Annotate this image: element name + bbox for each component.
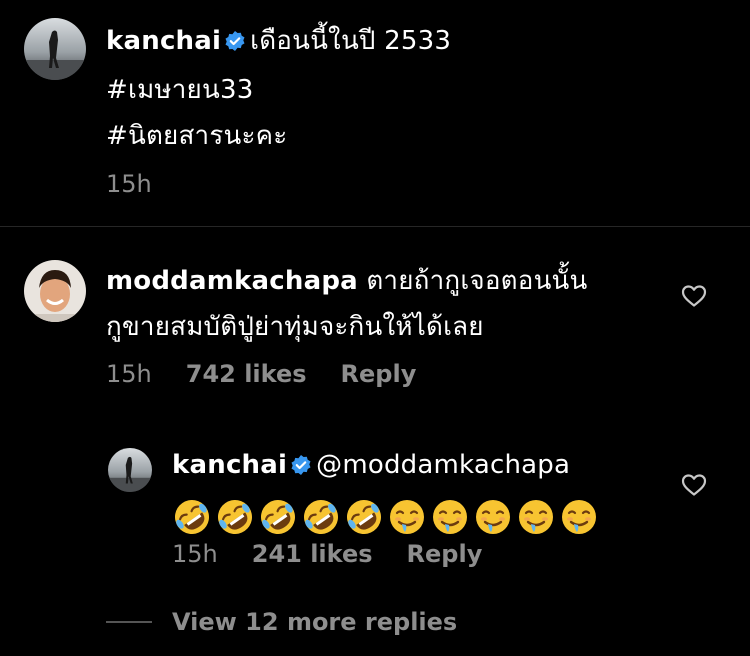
- view-more-label: View 12 more replies: [172, 608, 458, 636]
- caption-time: 15h: [106, 170, 152, 198]
- verified-badge-icon: [224, 21, 246, 67]
- comment-line-2: กูขายสมบัติปู่ย่าทุ่มจะกินให้ได้เลย: [106, 312, 484, 342]
- comment-reply-button[interactable]: Reply: [341, 360, 417, 388]
- caption-username[interactable]: kanchai: [106, 26, 221, 56]
- view-more-replies-button[interactable]: View 12 more replies: [106, 608, 457, 636]
- reply-likes[interactable]: 241 likes: [252, 540, 373, 568]
- drooling-emoji-icon: [559, 497, 599, 552]
- reply-time: 15h: [172, 540, 218, 568]
- reply-mention[interactable]: @moddamkachapa: [316, 450, 570, 480]
- view-more-line: [106, 621, 152, 623]
- caption-text: kanchai เดือนนี้ในปี 2533 #เมษายน33 #นิตย…: [106, 18, 451, 159]
- verified-badge-icon: [290, 445, 312, 491]
- caption-line-1: เดือนนี้ในปี 2533: [250, 26, 452, 56]
- caption-avatar[interactable]: [24, 18, 86, 80]
- comment-like-heart-icon[interactable]: [681, 284, 707, 312]
- comment-time: 15h: [106, 360, 152, 388]
- comment-avatar[interactable]: [24, 260, 86, 322]
- reply-username[interactable]: kanchai: [172, 450, 287, 480]
- reply-text: kanchai @moddamkachapa: [172, 442, 599, 552]
- comment-text: moddamkachapa ตายถ้ากูเจอตอนนั้น กูขายสม…: [106, 258, 588, 350]
- divider: [0, 226, 750, 227]
- caption-hashtag-2[interactable]: #นิตยสารนะคะ: [106, 113, 451, 159]
- comment-likes[interactable]: 742 likes: [186, 360, 307, 388]
- caption-meta: 15h: [106, 170, 152, 198]
- comment-username[interactable]: moddamkachapa: [106, 266, 358, 296]
- comment-line-1: ตายถ้ากูเจอตอนนั้น: [366, 266, 588, 296]
- comment-meta: 15h 742 likes Reply: [106, 360, 416, 388]
- drooling-emoji-icon: [516, 497, 556, 552]
- reply-like-heart-icon[interactable]: [681, 473, 707, 501]
- reply-meta: 15h 241 likes Reply: [172, 540, 482, 568]
- reply-avatar[interactable]: [108, 448, 152, 492]
- reply-reply-button[interactable]: Reply: [407, 540, 483, 568]
- caption-hashtag-1[interactable]: #เมษายน33: [106, 67, 451, 113]
